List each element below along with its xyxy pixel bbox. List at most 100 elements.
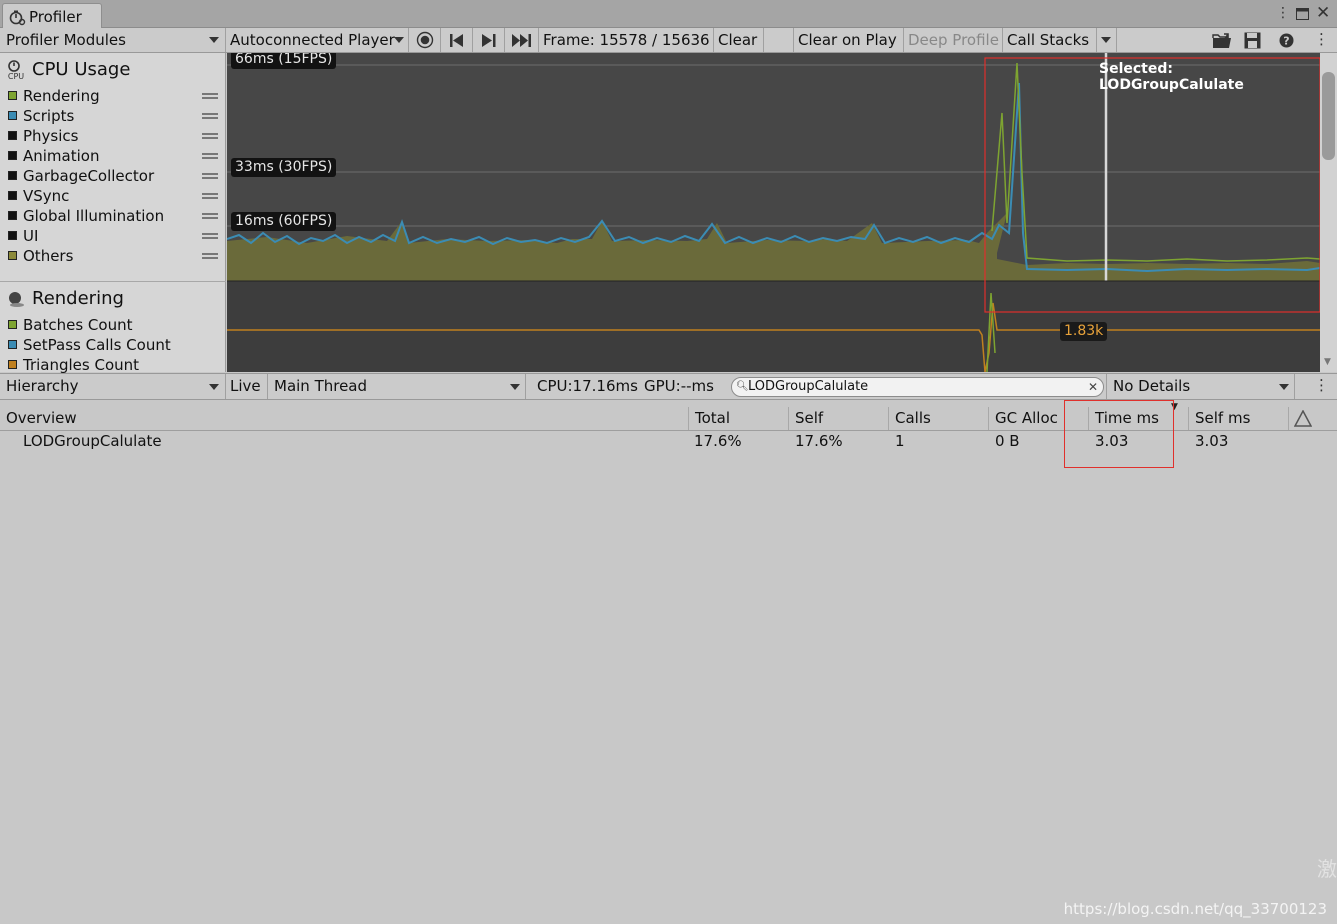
legend-others[interactable]: Others: [8, 246, 73, 266]
legend-setpass-calls-count[interactable]: SetPass Calls Count: [8, 335, 171, 355]
window-tab-bar: Profiler ⋮ ✕: [0, 0, 1337, 29]
legend-label: Global Illumination: [23, 207, 165, 225]
call-stacks-toggle[interactable]: Call Stacks: [1003, 28, 1097, 52]
step-forward-icon: [482, 34, 496, 47]
clear-button[interactable]: Clear: [714, 28, 764, 52]
chevron-down-icon: [510, 384, 520, 390]
scroll-down-arrow-icon[interactable]: ▼: [1324, 357, 1331, 367]
search-value: LODGroupCalulate: [748, 379, 869, 394]
legend-label: Batches Count: [23, 316, 133, 334]
maximize-icon[interactable]: [1296, 8, 1309, 20]
legend-batches-count[interactable]: Batches Count: [8, 315, 132, 335]
live-toggle[interactable]: Live: [226, 374, 268, 399]
target-player-dropdown[interactable]: Autoconnected Player: [226, 28, 409, 52]
previous-frame-button[interactable]: [441, 28, 473, 52]
legend-triangles-count[interactable]: Triangles Count: [8, 355, 139, 375]
tab-profiler[interactable]: Profiler: [2, 3, 102, 29]
column-self-ms[interactable]: Self ms: [1188, 407, 1288, 430]
close-icon[interactable]: ✕: [1316, 3, 1330, 23]
column-overview[interactable]: Overview: [0, 407, 688, 430]
legend-vsync[interactable]: VSync: [8, 186, 69, 206]
watermark-cjk: 激: [1317, 857, 1337, 881]
selected-sample-label: Selected: LODGroupCalulate: [1099, 61, 1244, 93]
clear-on-play-toggle[interactable]: Clear on Play: [794, 28, 904, 52]
search-input[interactable]: 🔍︎ LODGroupCalulate ✕: [731, 377, 1104, 397]
legend-swatch: [8, 320, 17, 329]
cpu-time-readout: CPU:17.16ms: [537, 377, 638, 395]
record-icon: [416, 31, 434, 49]
cpu-module-title[interactable]: CPU Usage: [32, 59, 130, 80]
cpu-icon-label: CPU: [8, 72, 24, 81]
legend-swatch: [8, 111, 17, 120]
thread-dropdown[interactable]: Main Thread: [268, 374, 526, 399]
clear-search-icon[interactable]: ✕: [1088, 378, 1098, 396]
graph-scrollbar-thumb[interactable]: [1322, 72, 1335, 160]
legend-garbage-collector[interactable]: GarbageCollector: [8, 166, 154, 186]
legend-rendering[interactable]: Rendering: [8, 86, 100, 106]
module-list-panel: CPU CPU Usage Rendering Scripts Physics …: [0, 53, 226, 375]
legend-animation[interactable]: Animation: [8, 146, 99, 166]
chevron-down-icon: [209, 37, 219, 43]
load-icon[interactable]: [1212, 32, 1232, 49]
record-button[interactable]: [409, 28, 441, 52]
kebab-menu-icon[interactable]: ⋮: [1276, 5, 1290, 21]
column-calls[interactable]: Calls: [888, 407, 988, 430]
rendering-chart-background: [227, 281, 1320, 372]
profiler-modules-dropdown[interactable]: Profiler Modules: [0, 28, 226, 52]
legend-label: Physics: [23, 127, 79, 145]
drag-handle-icon[interactable]: [202, 133, 218, 139]
legend-swatch: [8, 171, 17, 180]
cell-name: LODGroupCalulate: [23, 432, 162, 450]
warning-icon: [1294, 410, 1312, 427]
legend-swatch: [8, 131, 17, 140]
drag-handle-icon[interactable]: [202, 193, 218, 199]
help-icon[interactable]: ?: [1279, 33, 1294, 48]
cell-self: 17.6%: [795, 432, 843, 450]
legend-global-illumination[interactable]: Global Illumination: [8, 206, 164, 226]
legend-scripts[interactable]: Scripts: [8, 106, 74, 126]
legend-label: Others: [23, 247, 74, 265]
call-stacks-dropdown[interactable]: [1097, 28, 1117, 52]
legend-label: GarbageCollector: [23, 167, 155, 185]
current-frame-button[interactable]: [505, 28, 539, 52]
drag-handle-icon[interactable]: [202, 233, 218, 239]
drag-handle-icon[interactable]: [202, 253, 218, 259]
profiler-toolbar: Profiler Modules Autoconnected Player Fr…: [0, 28, 1337, 53]
legend-swatch: [8, 211, 17, 220]
options-menu-icon[interactable]: ⋮: [1314, 30, 1329, 48]
svg-text:?: ?: [1283, 35, 1289, 48]
rendering-module-title[interactable]: Rendering: [32, 288, 124, 309]
save-icon[interactable]: [1244, 32, 1261, 49]
legend-swatch: [8, 360, 17, 369]
cpu-icon: CPU: [8, 60, 24, 81]
legend-label: Triangles Count: [23, 356, 140, 374]
details-toolbar: Hierarchy Live Main Thread CPU:17.16ms G…: [0, 373, 1337, 400]
cpu-usage-chart[interactable]: [227, 53, 1320, 372]
drag-handle-icon[interactable]: [202, 173, 218, 179]
drag-handle-icon[interactable]: [202, 153, 218, 159]
details-menu-icon[interactable]: ⋮: [1314, 376, 1329, 394]
view-mode-dropdown[interactable]: Hierarchy: [0, 374, 226, 399]
legend-ui[interactable]: UI: [8, 226, 38, 246]
column-warning[interactable]: [1288, 407, 1337, 430]
details-dropdown[interactable]: No Details: [1106, 374, 1295, 399]
drag-handle-icon[interactable]: [202, 213, 218, 219]
legend-label: VSync: [23, 187, 70, 205]
legend-swatch: [8, 340, 17, 349]
column-self[interactable]: Self: [788, 407, 888, 430]
chevron-down-icon: [1279, 384, 1289, 390]
fps-label-33ms: 33ms (30FPS): [231, 158, 337, 177]
thread-label: Main Thread: [274, 377, 368, 395]
toolbar-spacer: [764, 28, 794, 52]
profiler-graph-area[interactable]: 66ms (15FPS) 33ms (30FPS) 16ms (60FPS) S…: [227, 53, 1320, 372]
deep-profile-toggle[interactable]: Deep Profile: [904, 28, 1003, 52]
time-ms-highlight-box: [1064, 400, 1174, 468]
legend-label: SetPass Calls Count: [23, 336, 171, 354]
step-back-icon: [450, 34, 463, 47]
drag-handle-icon[interactable]: [202, 113, 218, 119]
column-total[interactable]: Total: [688, 407, 788, 430]
drag-handle-icon[interactable]: [202, 93, 218, 99]
legend-physics[interactable]: Physics: [8, 126, 78, 146]
next-frame-button[interactable]: [473, 28, 505, 52]
legend-swatch: [8, 231, 17, 240]
